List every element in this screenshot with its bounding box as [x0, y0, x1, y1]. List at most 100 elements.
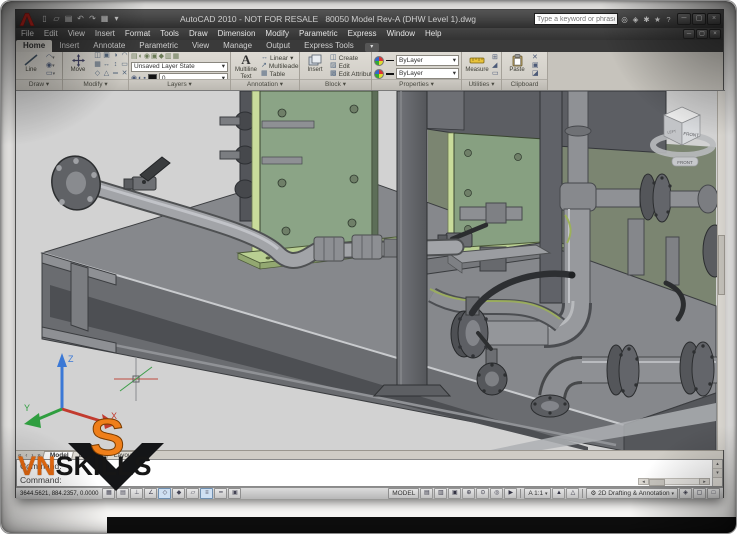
block-tool[interactable]: ▨ Edit — [330, 62, 371, 70]
infocenter-icon[interactable]: ◎ — [620, 15, 629, 24]
search-input[interactable] — [534, 13, 618, 25]
modify-tool-icon[interactable]: ◫ — [93, 52, 102, 61]
layer-tool-icon[interactable]: ◆ — [159, 53, 164, 61]
doc-close-button[interactable]: × — [709, 29, 721, 39]
status-toggle[interactable]: ▤ — [116, 488, 130, 499]
layer-tool-icon[interactable]: ◉ — [144, 53, 150, 61]
close-button[interactable]: × — [707, 13, 721, 25]
status-toggle[interactable]: ▦ — [102, 488, 116, 499]
utility-tool-icon[interactable]: ▭ — [492, 70, 499, 78]
scroll-right-icon[interactable]: ▸ — [699, 478, 710, 485]
menu-item[interactable]: Edit — [39, 28, 63, 40]
menu-item[interactable]: Format — [120, 28, 155, 40]
qat-icon[interactable]: ▦ — [99, 13, 110, 25]
modify-tool-icon[interactable]: ↕ — [111, 61, 120, 70]
clipboard-tool-icon[interactable]: ◪ — [532, 70, 539, 78]
layer-tool-icon[interactable]: ▥ — [165, 53, 172, 61]
hscroll-thumb[interactable] — [649, 479, 665, 486]
status-toggle[interactable]: ━ — [214, 488, 228, 499]
annotation-tool[interactable]: ↗ Multileader▾ — [261, 62, 299, 70]
qat-icon[interactable]: ▾ — [111, 13, 122, 25]
modify-tool-icon[interactable]: ▭ — [120, 61, 128, 70]
status-toggle[interactable]: ◇ — [158, 488, 172, 499]
infocenter-icon[interactable]: ? — [664, 15, 673, 24]
modify-tool-icon[interactable]: ↔ — [102, 61, 111, 70]
utilities-panel-label[interactable]: Utilities ▾ — [462, 79, 501, 90]
status-toggle[interactable]: ◆ — [172, 488, 186, 499]
annotation-panel-label[interactable]: Annotation ▾ — [231, 79, 299, 90]
draw-tool-icon[interactable]: ▭▾ — [46, 70, 55, 78]
viewport-canvas[interactable]: FRONT LEFT FRONT Z X Y — [16, 91, 718, 451]
status-nav-icon[interactable]: ⊙ — [476, 488, 490, 499]
annotation-scale-button[interactable]: A 1:1 ▾ — [524, 488, 552, 499]
modify-tool-icon[interactable]: ▦ — [93, 61, 102, 70]
doc-minimize-button[interactable]: ─ — [683, 29, 695, 39]
command-hscrollbar[interactable]: ◂ ▸ — [638, 478, 710, 486]
status-toggle[interactable]: ⊥ — [130, 488, 144, 499]
modify-tool-icon[interactable]: ◑ — [111, 52, 120, 61]
annotation-status-icon[interactable]: △ — [566, 488, 580, 499]
modify-panel-label[interactable]: Modify ▾ — [63, 79, 128, 90]
qat-icon[interactable]: ▤ — [63, 13, 74, 25]
status-nav-icon[interactable]: ▣ — [448, 488, 462, 499]
infocenter-icon[interactable]: ✱ — [642, 15, 651, 24]
block-tool[interactable]: ▩ Edit Attributes▾ — [330, 70, 371, 78]
minimize-ribbon-button[interactable]: ▾ — [364, 43, 379, 52]
menu-item[interactable]: Insert — [90, 28, 120, 40]
annotation-status-icon[interactable]: ▲ — [552, 488, 566, 499]
layout-nav-icon[interactable]: « — [16, 453, 23, 459]
scroll-down-icon[interactable]: ▾ — [713, 469, 722, 478]
modify-tool-icon[interactable]: ◇ — [93, 70, 102, 79]
annotation-tool[interactable]: ↔ Linear ▾ — [261, 54, 299, 62]
tab-home[interactable]: Home — [16, 40, 53, 52]
menu-item[interactable]: Tools — [155, 28, 184, 40]
scroll-left-icon[interactable]: ◂ — [638, 478, 649, 485]
tab-view[interactable]: View — [185, 40, 216, 52]
modify-tool-icon[interactable]: ═ — [111, 70, 120, 79]
doc-restore-button[interactable]: ▢ — [696, 29, 708, 39]
command-scrollbar[interactable]: ▴ ▾ — [712, 460, 722, 486]
bylayer-dropdown[interactable]: ByLayer ▾ — [396, 55, 459, 66]
restore-button[interactable]: ▢ — [692, 13, 706, 25]
status-tray-icon[interactable]: ▢ — [693, 488, 706, 499]
model-space-button[interactable]: MODEL — [388, 488, 420, 499]
status-toggle[interactable]: ▱ — [186, 488, 200, 499]
paste-button[interactable]: Paste — [504, 53, 530, 78]
properties-panel-label[interactable]: Properties ▾ — [372, 79, 461, 90]
menu-item[interactable]: Draw — [184, 28, 213, 40]
clipboard-tool-icon[interactable]: ✕ — [532, 54, 539, 62]
layer-state-dropdown[interactable]: Unsaved Layer State ▾ — [131, 62, 228, 72]
status-nav-icon[interactable]: ▥ — [434, 488, 448, 499]
draw-panel-label[interactable]: Draw ▾ — [16, 79, 62, 90]
block-panel-label[interactable]: Block ▾ — [300, 79, 371, 90]
workspace-switcher[interactable]: ⚙ 2D Drafting & Annotation ▾ — [586, 488, 678, 499]
status-nav-icon[interactable]: ⊕ — [462, 488, 476, 499]
qat-icon[interactable]: ↶ — [75, 13, 86, 25]
move-button[interactable]: Move — [65, 53, 91, 78]
qat-icon[interactable]: ▯ — [39, 13, 50, 25]
status-toggle[interactable]: ≡ — [200, 488, 214, 499]
layer-tool-icon[interactable]: ◐ — [139, 53, 143, 61]
layers-panel-label[interactable]: Layers ▾ — [129, 79, 230, 90]
modify-tool-icon[interactable]: △ — [102, 70, 111, 79]
status-tray-icon[interactable]: ◈ — [679, 488, 692, 499]
measure-button[interactable]: Measure — [464, 53, 490, 78]
menu-item[interactable]: File — [16, 28, 39, 40]
infocenter-icon[interactable]: ◈ — [631, 15, 640, 24]
minimize-button[interactable]: ─ — [677, 13, 691, 25]
tab-parametric[interactable]: Parametric — [132, 40, 185, 52]
draw-tool-icon[interactable]: ◉▾ — [46, 62, 55, 70]
draw-tool-icon[interactable]: ◠▾ — [46, 54, 55, 62]
menu-item[interactable]: Parametric — [294, 28, 343, 40]
scroll-up-icon[interactable]: ▴ — [713, 460, 722, 469]
qat-icon[interactable]: ▱ — [51, 13, 62, 25]
layer-tool-icon[interactable]: ▤ — [131, 53, 138, 61]
multiline-text-button[interactable]: A Multiline Text — [233, 52, 259, 79]
autocad-logo-icon[interactable] — [18, 12, 36, 27]
menu-item[interactable]: View — [63, 28, 90, 40]
status-toggle[interactable]: ∠ — [144, 488, 158, 499]
infocenter-icon[interactable]: ★ — [653, 15, 662, 24]
bylayer-dropdown[interactable]: ByLayer ▾ — [396, 68, 459, 79]
viewport-vertical-scrollbar[interactable] — [717, 91, 725, 450]
status-toggle[interactable]: ▣ — [228, 488, 242, 499]
